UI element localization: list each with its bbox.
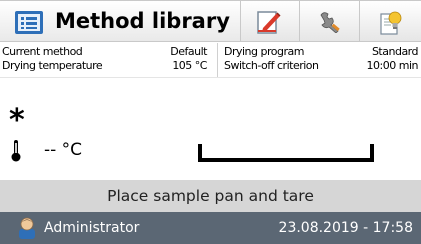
top-toolbar: Method library	[0, 0, 421, 44]
wrench-icon	[320, 12, 340, 33]
thermometer-icon	[11, 140, 21, 162]
edit-method-button[interactable]	[241, 0, 300, 42]
temperature-reading: -- °C	[44, 140, 83, 160]
info-bulb-icon	[380, 11, 402, 35]
method-library-icon	[15, 11, 43, 34]
date-time: 23.08.2019 - 17:58	[278, 220, 413, 236]
drying-temperature-label: Drying temperature	[2, 59, 103, 72]
current-method-label: Current method	[2, 45, 83, 58]
drying-program-label: Drying program	[224, 45, 304, 58]
method-library-tab[interactable]: Method library	[0, 0, 241, 42]
drying-temperature-value: 105 °C	[172, 59, 207, 72]
info-divider	[217, 43, 218, 77]
user-name[interactable]: Administrator	[44, 220, 139, 236]
sample-pan-graphic	[198, 144, 374, 162]
drying-program-value: Standard	[371, 45, 419, 58]
status-bar: Administrator 23.08.2019 - 17:58	[0, 212, 421, 244]
settings-button[interactable]	[300, 0, 360, 42]
info-button[interactable]	[360, 0, 421, 42]
page-title: Method library	[55, 9, 230, 33]
edit-pencil-icon	[257, 11, 281, 34]
instruction-text: Place sample pan and tare	[107, 187, 314, 205]
method-info-panel: Current method Default Drying temperatur…	[0, 43, 421, 77]
pan-bottom	[198, 158, 374, 162]
switch-off-criterion-label: Switch-off criterion	[224, 59, 319, 72]
switch-off-criterion-value: 10:00 min	[366, 59, 419, 72]
asterisk-icon: *	[9, 103, 25, 138]
info-panel-border	[0, 77, 421, 78]
current-method-value: Default	[170, 45, 207, 58]
instruction-bar: Place sample pan and tare	[0, 180, 421, 212]
user-icon[interactable]	[17, 217, 37, 239]
